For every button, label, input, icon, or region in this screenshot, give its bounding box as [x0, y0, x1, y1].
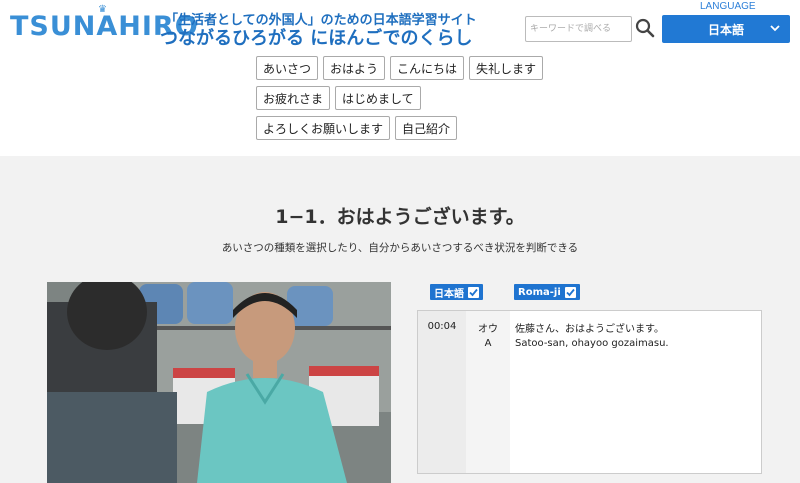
- language-value: 日本語: [707, 22, 744, 37]
- lesson-description: あいさつの種類を選択したり、自分からあいさつするべき状況を判断できる: [221, 242, 579, 254]
- transcript-row[interactable]: A Satoo-san, ohayoo gozaimasu.: [418, 335, 763, 355]
- transcript-speaker: オウ: [478, 324, 498, 335]
- tag-button[interactable]: おはよう: [323, 56, 386, 80]
- video-player[interactable]: [47, 282, 391, 483]
- tag-row: お疲れさま はじめまして: [256, 86, 556, 110]
- video-frame: [47, 282, 391, 483]
- search-icon: [635, 18, 655, 38]
- tag-button[interactable]: 自己紹介: [395, 116, 458, 140]
- crown-icon: ♛: [98, 4, 107, 15]
- transcript-panel[interactable]: 00:04 オウ 佐藤さん、おはようございます。 A Satoo-san, oh…: [417, 310, 762, 474]
- toggle-romaji-label: Roma-ji: [518, 286, 561, 298]
- checkbox-checked-icon: [564, 286, 576, 298]
- transcript-text: Satoo-san, ohayoo gozaimasu.: [515, 338, 669, 349]
- toggle-romaji[interactable]: Roma-ji: [514, 284, 580, 300]
- search-button[interactable]: [634, 18, 656, 40]
- keyword-tags: あいさつ おはよう こんにちは 失礼します お疲れさま はじめまして よろしくお…: [256, 56, 556, 146]
- search-input[interactable]: [525, 16, 632, 42]
- toggle-japanese[interactable]: 日本語: [430, 284, 483, 300]
- tag-row: よろしくお願いします 自己紹介: [256, 116, 556, 140]
- transcript-time: 00:04: [427, 321, 457, 332]
- chevron-down-icon: [770, 25, 780, 32]
- language-label: LANGUAGE: [700, 1, 756, 12]
- lesson-title: 1−1．おはようございます。: [275, 206, 525, 228]
- lesson-section: 1−1．おはようございます。 あいさつの種類を選択したり、自分からあいさつするべ…: [0, 156, 800, 483]
- toggle-japanese-label: 日本語: [434, 288, 464, 300]
- language-select[interactable]: 日本語: [662, 15, 790, 43]
- tag-button[interactable]: お疲れさま: [256, 86, 331, 110]
- checkbox-checked-icon: [468, 286, 479, 298]
- site-title[interactable]: つながるひろがる にほんごでのくらし: [160, 24, 472, 50]
- tag-button[interactable]: よろしくお願いします: [256, 116, 391, 140]
- tag-button[interactable]: あいさつ: [256, 56, 319, 80]
- transcript-text: 佐藤さん、おはようございます。: [515, 324, 664, 335]
- tag-button[interactable]: はじめまして: [335, 86, 421, 110]
- tag-row: あいさつ おはよう こんにちは 失礼します: [256, 56, 556, 80]
- tag-button[interactable]: 失礼します: [469, 56, 544, 80]
- transcript-speaker: A: [484, 338, 492, 349]
- transcript-row[interactable]: 00:04 オウ 佐藤さん、おはようございます。: [418, 317, 763, 337]
- tag-button[interactable]: こんにちは: [390, 56, 465, 80]
